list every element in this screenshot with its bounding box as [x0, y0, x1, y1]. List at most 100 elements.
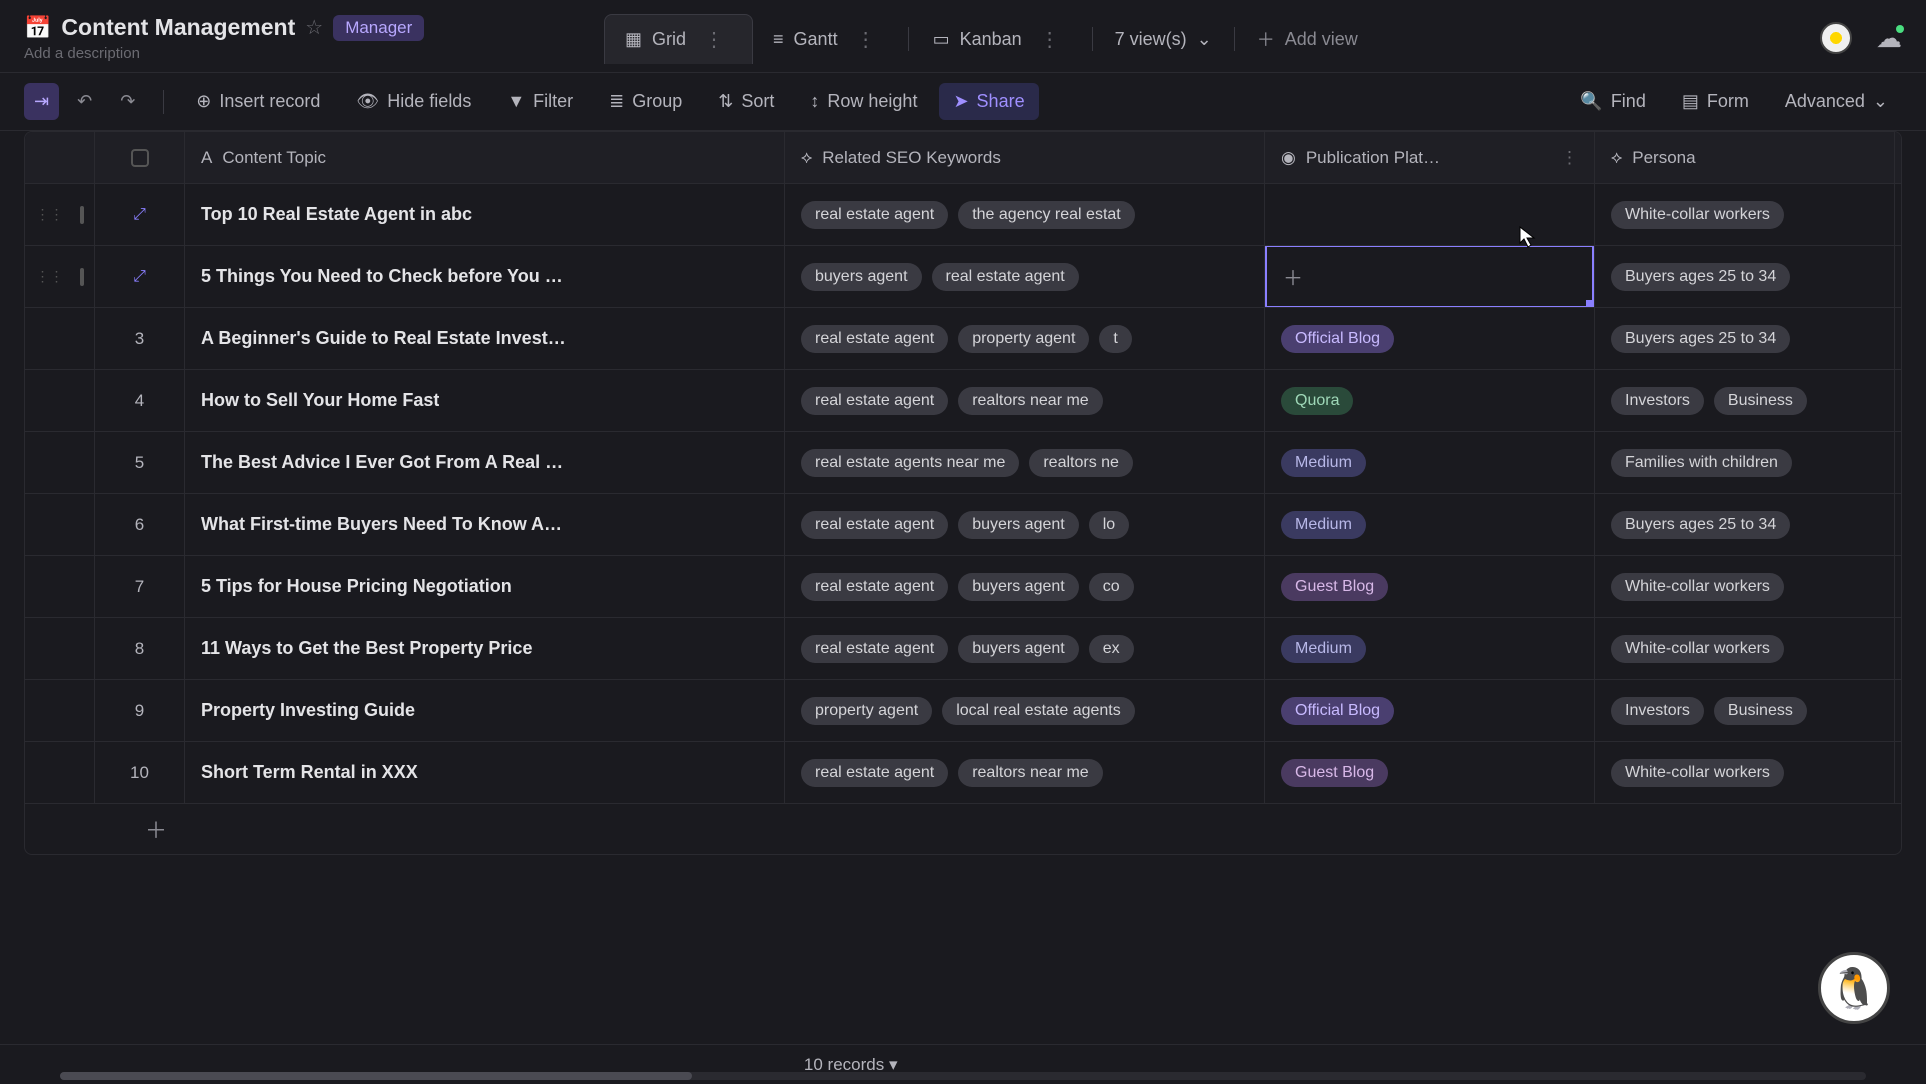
keyword-tag[interactable]: real estate agent — [801, 759, 948, 787]
content-topic-cell[interactable]: What First-time Buyers Need To Know A… — [185, 494, 785, 555]
advanced-dropdown[interactable]: Advanced ⌄ — [1771, 83, 1902, 120]
keywords-cell[interactable]: real estate agentbuyers agentex — [785, 618, 1265, 679]
publication-platform-cell[interactable]: Medium — [1265, 432, 1595, 493]
views-count-dropdown[interactable]: 7 view(s) ⌄ — [1097, 17, 1230, 62]
publication-platform-cell[interactable] — [1265, 184, 1595, 245]
content-topic-cell[interactable]: 5 Tips for House Pricing Negotiation — [185, 556, 785, 617]
publication-platform-cell[interactable]: Guest Blog — [1265, 556, 1595, 617]
keyword-tag[interactable]: property agent — [958, 325, 1089, 353]
keywords-cell[interactable]: real estate agent realtors near me — [785, 742, 1265, 803]
filter-button[interactable]: ▼ Filter — [493, 83, 587, 120]
keyword-tag[interactable]: real estate agent — [801, 387, 948, 415]
col-header-publication-platform[interactable]: ◉ Publication Plat… ⋮ — [1265, 132, 1595, 183]
table-row[interactable]: ⋮⋮⤢5 Things You Need to Check before You… — [25, 246, 1901, 308]
tab-gantt-more-icon[interactable]: ⋮ — [848, 27, 884, 52]
description-placeholder[interactable]: Add a description — [24, 45, 424, 62]
platform-tag[interactable]: Medium — [1281, 635, 1366, 663]
keywords-cell[interactable]: real estate agentproperty agentt — [785, 308, 1265, 369]
share-button[interactable]: ➤ Share — [939, 83, 1038, 120]
platform-tag[interactable]: Official Blog — [1281, 697, 1394, 725]
keyword-tag[interactable]: buyers agent — [958, 511, 1079, 539]
persona-cell[interactable]: Buyers ages 25 to 34 — [1595, 494, 1895, 555]
persona-cell[interactable]: Families with children — [1595, 432, 1895, 493]
content-topic-cell[interactable]: Top 10 Real Estate Agent in abc — [185, 184, 785, 245]
keyword-tag[interactable]: t — [1099, 325, 1131, 353]
publication-platform-cell[interactable]: Quora — [1265, 370, 1595, 431]
persona-cell[interactable]: Buyers ages 25 to 34 — [1595, 246, 1895, 307]
keyword-tag[interactable]: real estate agent — [801, 201, 948, 229]
persona-tag[interactable]: White-collar workers — [1611, 201, 1784, 229]
drag-handle-icon[interactable]: ⋮⋮ — [36, 268, 64, 285]
content-topic-cell[interactable]: A Beginner's Guide to Real Estate Invest… — [185, 308, 785, 369]
publication-platform-cell[interactable]: Official Blog — [1265, 680, 1595, 741]
tab-kanban-more-icon[interactable]: ⋮ — [1032, 27, 1068, 52]
persona-tag[interactable]: Business — [1714, 387, 1807, 415]
assistant-avatar[interactable]: 🐧 — [1818, 952, 1890, 1024]
keyword-tag[interactable]: buyers agent — [801, 263, 922, 291]
editing-cell[interactable]: ＋ — [1265, 246, 1594, 307]
platform-tag[interactable]: Official Blog — [1281, 325, 1394, 353]
tab-grid-more-icon[interactable]: ⋮ — [696, 27, 732, 52]
keyword-tag[interactable]: real estate agents near me — [801, 449, 1019, 477]
persona-tag[interactable]: Buyers ages 25 to 34 — [1611, 511, 1790, 539]
persona-tag[interactable]: Buyers ages 25 to 34 — [1611, 325, 1790, 353]
select-all-checkbox[interactable] — [131, 149, 149, 167]
keyword-tag[interactable]: real estate agent — [932, 263, 1079, 291]
expand-sidebar-icon[interactable]: ⇥ — [24, 83, 59, 120]
form-button[interactable]: ▤ Form — [1668, 83, 1763, 120]
persona-tag[interactable]: Investors — [1611, 387, 1704, 415]
keywords-cell[interactable]: real estate agentbuyers agentlo — [785, 494, 1265, 555]
col-header-content-topic[interactable]: A Content Topic — [185, 132, 785, 183]
sort-button[interactable]: ⇅ Sort — [704, 83, 788, 120]
avatar[interactable] — [1820, 22, 1852, 54]
row-checkbox[interactable] — [80, 206, 84, 224]
content-topic-cell[interactable]: Property Investing Guide — [185, 680, 785, 741]
horizontal-scrollbar[interactable] — [60, 1072, 1866, 1080]
persona-cell[interactable]: White-collar workers — [1595, 556, 1895, 617]
content-topic-cell[interactable]: Short Term Rental in XXX — [185, 742, 785, 803]
keyword-tag[interactable]: buyers agent — [958, 573, 1079, 601]
resize-handle[interactable] — [1586, 300, 1595, 307]
cloud-sync-icon[interactable]: ☁ — [1876, 23, 1902, 54]
add-option-icon[interactable]: ＋ — [1283, 262, 1303, 291]
content-topic-cell[interactable]: 5 Things You Need to Check before You … — [185, 246, 785, 307]
table-row[interactable]: 6What First-time Buyers Need To Know A…r… — [25, 494, 1901, 556]
content-topic-cell[interactable]: 11 Ways to Get the Best Property Price — [185, 618, 785, 679]
row-height-button[interactable]: ↕ Row height — [796, 83, 931, 120]
find-button[interactable]: 🔍 Find — [1566, 83, 1659, 120]
keyword-tag[interactable]: realtors near me — [958, 387, 1103, 415]
keyword-tag[interactable]: property agent — [801, 697, 932, 725]
hide-fields-button[interactable]: 👁 Hide fields — [342, 83, 485, 120]
persona-cell[interactable]: White-collar workers — [1595, 742, 1895, 803]
persona-cell[interactable]: Buyers ages 25 to 34 — [1595, 308, 1895, 369]
keywords-cell[interactable]: real estate agent realtors near me — [785, 370, 1265, 431]
keyword-tag[interactable]: realtors ne — [1029, 449, 1133, 477]
keywords-cell[interactable]: property agentlocal real estate agents — [785, 680, 1265, 741]
keyword-tag[interactable]: co — [1089, 573, 1134, 601]
tab-grid[interactable]: ▦ Grid ⋮ — [604, 14, 753, 64]
persona-cell[interactable]: White-collar workers — [1595, 618, 1895, 679]
redo-icon[interactable]: ↷ — [110, 83, 145, 120]
keywords-cell[interactable]: buyers agent real estate agent — [785, 246, 1265, 307]
keyword-tag[interactable]: real estate agent — [801, 573, 948, 601]
table-row[interactable]: ⋮⋮⤢Top 10 Real Estate Agent in abcreal e… — [25, 184, 1901, 246]
content-topic-cell[interactable]: How to Sell Your Home Fast — [185, 370, 785, 431]
drag-handle-icon[interactable]: ⋮⋮ — [36, 206, 64, 223]
records-count[interactable]: 10 records ▾ — [804, 1055, 898, 1075]
table-row[interactable]: 3A Beginner's Guide to Real Estate Inves… — [25, 308, 1901, 370]
table-row[interactable]: 9Property Investing Guideproperty agentl… — [25, 680, 1901, 742]
platform-tag[interactable]: Medium — [1281, 449, 1366, 477]
table-row[interactable]: 4How to Sell Your Home Fastreal estate a… — [25, 370, 1901, 432]
undo-icon[interactable]: ↶ — [67, 83, 102, 120]
keyword-tag[interactable]: real estate agent — [801, 511, 948, 539]
group-button[interactable]: ≣ Group — [595, 83, 696, 120]
keyword-tag[interactable]: realtors near me — [958, 759, 1103, 787]
platform-tag[interactable]: Medium — [1281, 511, 1366, 539]
persona-tag[interactable]: Families with children — [1611, 449, 1792, 477]
col-more-icon[interactable]: ⋮ — [1561, 148, 1578, 168]
persona-tag[interactable]: Buyers ages 25 to 34 — [1611, 263, 1790, 291]
persona-tag[interactable]: Investors — [1611, 697, 1704, 725]
keyword-tag[interactable]: ex — [1089, 635, 1134, 663]
platform-tag[interactable]: Guest Blog — [1281, 573, 1388, 601]
row-checkbox[interactable] — [80, 268, 84, 286]
